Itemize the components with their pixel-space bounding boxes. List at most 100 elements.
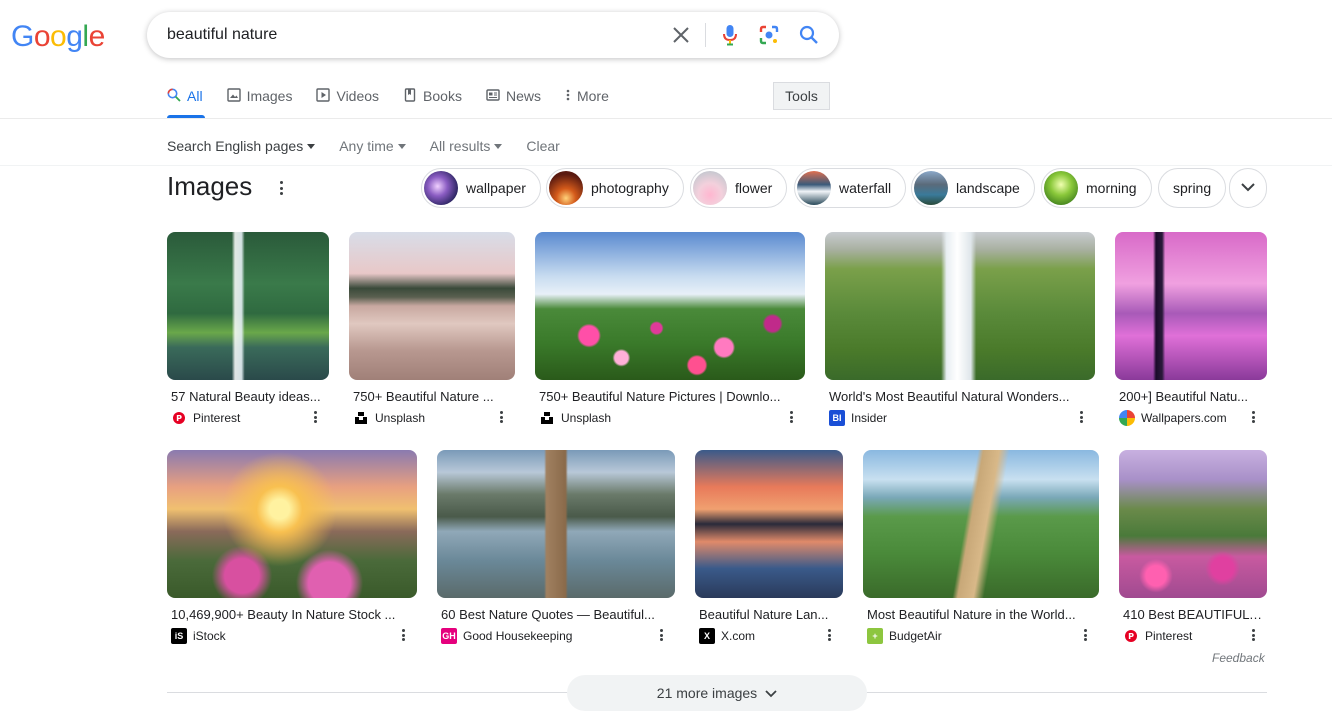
image-thumbnail[interactable]: [167, 232, 329, 380]
image-thumbnail[interactable]: [437, 450, 675, 598]
chip-waterfall[interactable]: waterfall: [794, 168, 907, 208]
image-source[interactable]: iS iStock: [167, 628, 417, 644]
kebab-icon: [565, 88, 577, 105]
filter-results[interactable]: All results: [430, 138, 503, 154]
kebab-icon[interactable]: [1249, 628, 1257, 642]
chip-thumbnail: [693, 171, 727, 205]
wallpapers-icon: [1119, 410, 1135, 426]
book-icon: [403, 87, 423, 105]
kebab-icon[interactable]: [311, 410, 319, 424]
search-input[interactable]: [167, 12, 647, 58]
image-thumbnail[interactable]: [863, 450, 1099, 598]
image-result-card: Beautiful Nature Lan... X X.com: [695, 450, 843, 644]
chip-photography[interactable]: photography: [546, 168, 684, 208]
logo-letter: G: [11, 20, 34, 53]
filter-time[interactable]: Any time: [339, 138, 406, 154]
google-logo[interactable]: Google: [11, 20, 105, 54]
image-result-card: Most Beautiful Nature in the World... + …: [863, 450, 1099, 644]
kebab-icon[interactable]: [497, 410, 505, 424]
image-title[interactable]: 200+] Beautiful Natu...: [1115, 389, 1267, 404]
svg-text:P: P: [176, 414, 182, 423]
image-title[interactable]: 10,469,900+ Beauty In Nature Stock ...: [167, 607, 417, 622]
images-heading: Images: [167, 171, 253, 201]
source-label: X.com: [721, 629, 756, 643]
image-source[interactable]: Unsplash: [349, 410, 515, 426]
chip-flower[interactable]: flower: [690, 168, 788, 208]
lens-camera-icon[interactable]: [757, 23, 781, 47]
tab-images[interactable]: Images: [226, 82, 293, 110]
image-source[interactable]: BI Insider: [825, 410, 1095, 426]
image-source[interactable]: GH Good Housekeeping: [437, 628, 675, 644]
image-thumbnail[interactable]: [167, 450, 417, 598]
chip-label: flower: [735, 180, 773, 196]
chip-landscape[interactable]: landscape: [911, 168, 1035, 208]
kebab-icon[interactable]: [399, 628, 407, 642]
chip-thumbnail: [424, 171, 458, 205]
kebab-icon[interactable]: [1077, 410, 1085, 424]
chip-label: wallpaper: [466, 180, 526, 196]
pinterest-icon: P: [1123, 628, 1139, 644]
image-result-card: 200+] Beautiful Natu... Wallpapers.com: [1115, 232, 1267, 426]
microphone-icon[interactable]: [718, 23, 742, 47]
search-divider: [705, 23, 706, 47]
tab-books[interactable]: Books: [403, 82, 462, 110]
image-thumbnail[interactable]: [1115, 232, 1267, 380]
tab-all[interactable]: All: [167, 82, 203, 110]
tab-more[interactable]: More: [565, 82, 609, 110]
kebab-icon[interactable]: [787, 410, 795, 424]
header-divider: [0, 118, 1332, 119]
source-label: iStock: [193, 629, 226, 643]
logo-letter: o: [33, 20, 51, 53]
chip-spring[interactable]: spring: [1158, 168, 1227, 208]
image-title[interactable]: Most Beautiful Nature in the World...: [863, 607, 1099, 622]
image-title[interactable]: 410 Best BEAUTIFUL ...: [1119, 607, 1267, 622]
image-source[interactable]: X X.com: [695, 628, 843, 644]
tab-label: Books: [423, 88, 462, 104]
chip-morning[interactable]: morning: [1041, 168, 1152, 208]
image-icon: [226, 87, 247, 105]
logo-letter: e: [88, 20, 106, 53]
kebab-icon[interactable]: [1249, 410, 1257, 424]
image-thumbnail[interactable]: [349, 232, 515, 380]
image-title[interactable]: 60 Best Nature Quotes — Beautiful...: [437, 607, 675, 622]
kebab-icon[interactable]: [825, 628, 833, 642]
chip-expand-button[interactable]: [1229, 168, 1267, 208]
kebab-icon[interactable]: [1081, 628, 1089, 642]
caret-down-icon: [307, 143, 316, 149]
image-source[interactable]: P Pinterest: [1119, 628, 1267, 644]
filter-language[interactable]: Search English pages: [167, 138, 316, 154]
image-title[interactable]: 57 Natural Beauty ideas...: [167, 389, 329, 404]
image-source[interactable]: + BudgetAir: [863, 628, 1099, 644]
image-title[interactable]: 750+ Beautiful Nature ...: [349, 389, 515, 404]
image-source[interactable]: P Pinterest: [167, 410, 329, 426]
image-title[interactable]: World's Most Beautiful Natural Wonders..…: [825, 389, 1095, 404]
filter-clear[interactable]: Clear: [526, 138, 559, 154]
image-thumbnail[interactable]: [695, 450, 843, 598]
chip-wallpaper[interactable]: wallpaper: [421, 168, 541, 208]
clear-icon[interactable]: [669, 23, 693, 47]
chevron-down-icon: [757, 685, 777, 701]
svg-text:P: P: [1128, 632, 1134, 641]
more-images-button[interactable]: 21 more images: [567, 675, 867, 711]
source-label: Wallpapers.com: [1141, 411, 1227, 425]
tab-videos[interactable]: Videos: [316, 82, 379, 110]
image-source[interactable]: Wallpapers.com: [1115, 410, 1267, 426]
kebab-icon[interactable]: [275, 178, 287, 198]
source-label: Insider: [851, 411, 888, 425]
search-tabs: All Images Videos Books News More: [167, 82, 633, 110]
tab-label: Images: [246, 88, 293, 104]
tools-button[interactable]: Tools: [773, 82, 830, 110]
image-title[interactable]: 750+ Beautiful Nature Pictures | Downlo.…: [535, 389, 805, 404]
image-title[interactable]: Beautiful Nature Lan...: [695, 607, 843, 622]
istock-icon: iS: [171, 628, 187, 644]
more-images-label: 21 more images: [656, 685, 758, 701]
image-thumbnail[interactable]: [1119, 450, 1267, 598]
image-source[interactable]: Unsplash: [535, 410, 805, 426]
chip-label: morning: [1086, 180, 1137, 196]
feedback-link[interactable]: Feedback: [1212, 651, 1265, 665]
image-thumbnail[interactable]: [535, 232, 805, 380]
kebab-icon[interactable]: [657, 628, 665, 642]
image-thumbnail[interactable]: [825, 232, 1095, 380]
tab-news[interactable]: News: [486, 82, 541, 110]
search-icon[interactable]: [797, 23, 821, 47]
